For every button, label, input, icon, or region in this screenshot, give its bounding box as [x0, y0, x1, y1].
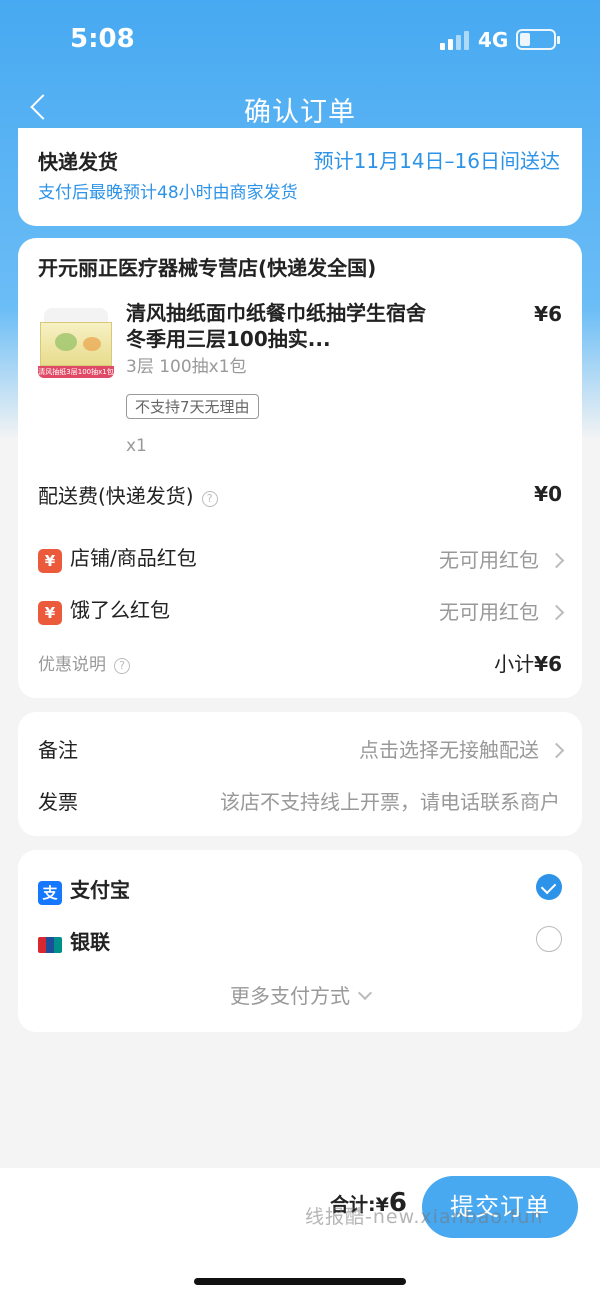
- more-payment-methods[interactable]: 更多支付方式: [18, 980, 582, 1009]
- unionpay-icon: [38, 936, 62, 953]
- help-icon[interactable]: ?: [201, 490, 218, 507]
- alipay-icon: 支: [38, 880, 62, 905]
- checked-circle-icon[interactable]: [536, 874, 562, 900]
- invoice-label: 发票: [38, 790, 78, 814]
- coupon-label: 店铺/商品红包: [70, 546, 197, 570]
- chevron-right-icon: [548, 552, 565, 569]
- invoice-value: 该店不支持线上开票，请电话联系商户: [220, 790, 560, 814]
- watermark: 线报酷-new.xianbao.fun: [305, 1206, 544, 1228]
- home-indicator[interactable]: [194, 1278, 406, 1285]
- bottom-bar: 合计:¥6 提交订单 线报酷-new.xianbao.fun: [0, 1168, 600, 1298]
- payment-option-unionpay[interactable]: 银联: [38, 926, 110, 955]
- product-quantity: x1: [126, 436, 147, 456]
- product-title[interactable]: 清风抽纸面巾纸餐巾纸抽学生宿舍冬季用三层100抽实...: [126, 300, 426, 352]
- coupon-value-eleme[interactable]: 无可用红包: [439, 596, 565, 625]
- network-type: 4G: [478, 28, 509, 52]
- red-packet-icon: ¥: [38, 600, 62, 625]
- shop-name[interactable]: 开元丽正医疗器械专营店(快递发全国): [38, 252, 376, 281]
- payment-label: 银联: [70, 930, 110, 954]
- payment-card: 支支付宝 银联 更多支付方式: [18, 850, 582, 1032]
- subtotal-label: 小计: [494, 652, 535, 676]
- unchecked-circle-icon[interactable]: [536, 926, 562, 952]
- coupon-row-eleme[interactable]: ¥ 饿了么红包: [38, 594, 170, 625]
- subtotal: 小计¥6: [494, 648, 562, 677]
- coupon-value: 无可用红包: [439, 600, 539, 624]
- product-spec: 3层 100抽x1包: [126, 357, 247, 377]
- coupon-value-shop[interactable]: 无可用红包: [439, 544, 565, 573]
- remark-selector[interactable]: 点击选择无接触配送: [359, 734, 565, 763]
- product-image[interactable]: 清风抽纸3层100抽x1包: [38, 300, 114, 378]
- product-image-tag: 清风抽纸3层100抽x1包: [38, 366, 114, 378]
- status-time: 5:08: [70, 24, 135, 54]
- payment-label: 支付宝: [70, 878, 130, 902]
- coupon-row-shop[interactable]: ¥ 店铺/商品红包: [38, 542, 197, 573]
- shipping-fee-label: 配送费(快递发货): [38, 484, 194, 508]
- red-packet-icon: ¥: [38, 548, 62, 573]
- status-bar: 5:08 4G: [0, 0, 600, 80]
- signal-icon: [440, 30, 470, 50]
- chevron-right-icon: [548, 604, 565, 621]
- page-title: 确认订单: [244, 97, 356, 128]
- payment-option-alipay[interactable]: 支支付宝: [38, 874, 130, 905]
- chevron-right-icon: [548, 742, 565, 759]
- shipping-fee-value: ¥0: [534, 482, 562, 506]
- extras-card: 备注 点击选择无接触配送 发票 该店不支持线上开票，请电话联系商户: [18, 712, 582, 836]
- discount-note-row[interactable]: 优惠说明?: [38, 650, 130, 675]
- shop-order-card: 开元丽正医疗器械专营店(快递发全国) 清风抽纸3层100抽x1包 清风抽纸面巾纸…: [18, 238, 582, 698]
- coupon-value: 无可用红包: [439, 548, 539, 572]
- chevron-down-icon: [357, 985, 373, 1000]
- delivery-note: 支付后最晚预计48小时由商家发货: [38, 183, 298, 203]
- delivery-card: 快递发货 预计11月14日–16日间送达 支付后最晚预计48小时由商家发货: [18, 128, 582, 226]
- subtotal-value: ¥6: [534, 652, 562, 676]
- shipping-fee-row: 配送费(快递发货)?: [38, 480, 218, 509]
- coupon-label: 饿了么红包: [70, 598, 170, 622]
- battery-icon: [516, 29, 560, 50]
- delivery-eta: 预计11月14日–16日间送达: [313, 149, 560, 173]
- help-icon[interactable]: ?: [114, 657, 130, 674]
- discount-note-label: 优惠说明: [38, 655, 106, 675]
- more-payment-label: 更多支付方式: [230, 984, 350, 1008]
- remark-label: 备注: [38, 738, 78, 762]
- product-price: ¥6: [534, 302, 562, 326]
- delivery-method-label: 快递发货: [38, 150, 118, 174]
- return-policy-badge: 不支持7天无理由: [126, 394, 259, 419]
- remark-value: 点击选择无接触配送: [359, 738, 539, 762]
